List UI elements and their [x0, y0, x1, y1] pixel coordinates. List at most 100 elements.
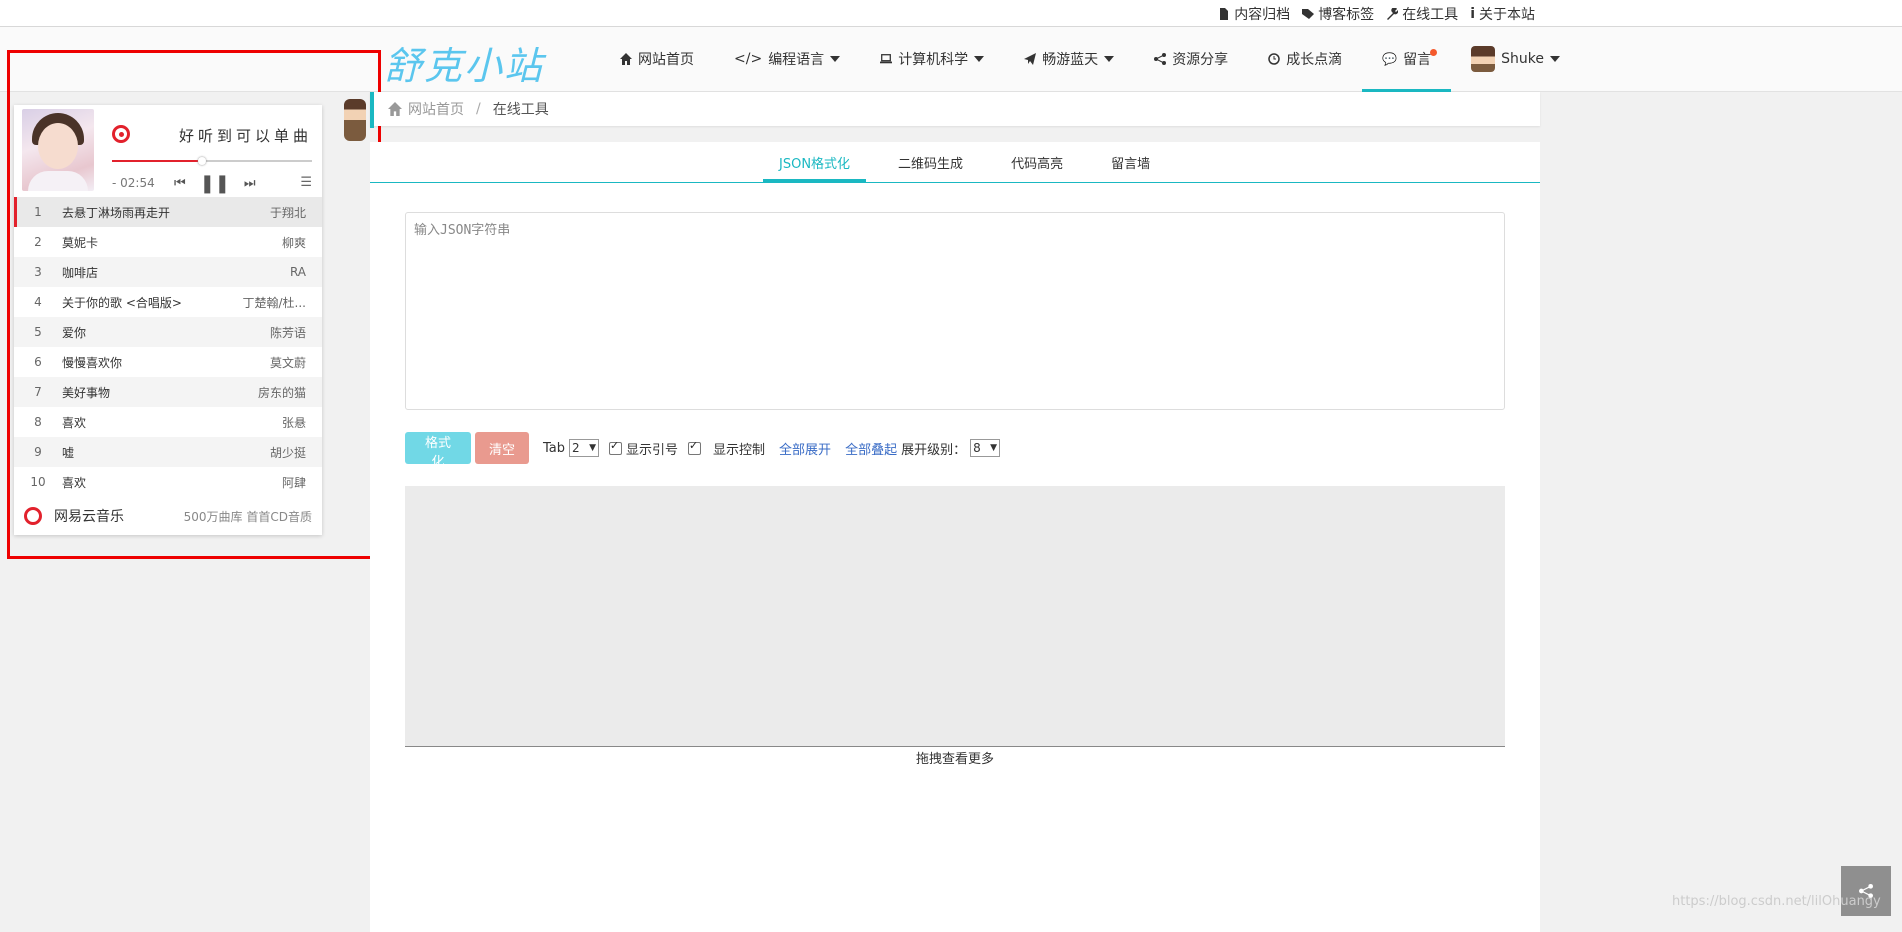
nav-item-programming[interactable]: </> 编程语言 — [714, 27, 860, 91]
playlist-title: 好听到可以单曲 — [178, 127, 312, 145]
track-number: 5 — [34, 325, 42, 339]
track-number: 8 — [34, 415, 42, 429]
track-row[interactable]: 10 喜欢 阿肆 — [14, 467, 322, 497]
track-title: 莫妮卡 — [62, 235, 99, 250]
breadcrumb-current: 在线工具 — [492, 102, 549, 118]
progress-fill — [112, 160, 202, 162]
track-title: 爱你 — [62, 325, 87, 340]
show-controls-label: 显示控制 — [713, 442, 766, 458]
site-logo[interactable]: 舒克小站 — [384, 35, 544, 90]
code-icon: </> — [734, 51, 763, 67]
track-artist: 胡少挺 — [269, 445, 306, 460]
json-result-area[interactable] — [405, 486, 1505, 747]
track-title: 去悬丁淋场雨再走开 — [62, 205, 171, 220]
previous-icon[interactable]: ⏮ — [174, 176, 186, 191]
track-row[interactable]: 4 关于你的歌 <合唱版> 丁楚翰/杜... — [14, 287, 322, 317]
playlist-icon[interactable]: ☰ — [300, 175, 312, 190]
nav-item-messages[interactable]: 💬 留言 — [1362, 27, 1452, 93]
expand-level-select[interactable]: 8 ▼ — [970, 439, 1001, 457]
track-row[interactable]: 2 莫妮卡 柳爽 — [14, 227, 322, 257]
json-toolbar: 格式化 清空 Tab 2▼ 显示引号 显示控制 全部展开 全部叠起 展开级别： … — [405, 432, 1006, 469]
nav-item-label: 资源分享 — [1172, 52, 1229, 68]
next-icon[interactable]: ⏭ — [244, 176, 256, 191]
format-button[interactable]: 格式化 — [405, 432, 471, 469]
share-icon — [1154, 53, 1167, 65]
track-row[interactable]: 9 嘘 胡少挺 — [14, 437, 322, 467]
track-number: 4 — [34, 295, 42, 309]
top-link-tags[interactable]: 博客标签 — [1302, 4, 1374, 24]
track-number: 2 — [34, 235, 42, 249]
comment-icon: 💬 — [1382, 52, 1398, 66]
tab-code-highlight[interactable]: 代码高亮 — [995, 142, 1079, 182]
track-number: 10 — [30, 475, 46, 489]
main-nav: 舒克小站 网站首页 </> 编程语言 计算机科学 畅游蓝天 资源分享 成长点滴 — [0, 27, 1902, 93]
nav-item-cs[interactable]: 计算机科学 — [860, 27, 1004, 91]
track-artist: 莫文蔚 — [269, 355, 306, 370]
track-number: 3 — [34, 265, 42, 279]
wrench-icon — [1387, 8, 1399, 20]
nav-menu: 网站首页 </> 编程语言 计算机科学 畅游蓝天 资源分享 成长点滴 💬 留言 — [600, 27, 1580, 93]
nav-item-label: Shuke — [1501, 51, 1544, 67]
json-input[interactable] — [405, 212, 1505, 410]
progress-bar[interactable] — [112, 157, 312, 165]
nav-item-label: 计算机科学 — [898, 52, 969, 68]
footer-brand[interactable]: 网易云音乐 — [54, 506, 124, 526]
top-link-about[interactable]: i 关于本站 — [1470, 4, 1535, 24]
breadcrumb-home[interactable]: 网站首页 — [388, 99, 464, 119]
paper-plane-icon — [1024, 53, 1037, 65]
nav-item-home[interactable]: 网站首页 — [600, 27, 714, 91]
nav-item-label: 畅游蓝天 — [1042, 52, 1099, 68]
track-artist: 丁楚翰/杜... — [242, 295, 307, 310]
show-controls-checkbox[interactable] — [688, 439, 702, 455]
chevron-down-icon — [830, 56, 841, 62]
track-row[interactable]: 3 咖啡店 RA — [14, 257, 322, 287]
nav-item-resources[interactable]: 资源分享 — [1134, 27, 1248, 91]
mascot-image — [344, 99, 366, 141]
top-link-tools[interactable]: 在线工具 — [1386, 4, 1458, 24]
track-row[interactable]: 5 爱你 陈芳语 — [14, 317, 322, 347]
file-icon — [1220, 8, 1229, 20]
breadcrumb-accent — [370, 92, 374, 128]
tab-json-format[interactable]: JSON格式化 — [763, 142, 867, 182]
avatar — [1471, 46, 1496, 72]
track-artist: 于翔北 — [269, 205, 306, 220]
progress-knob[interactable] — [198, 157, 206, 165]
nav-item-label: 编程语言 — [768, 52, 825, 68]
track-row[interactable]: 7 美好事物 房东的猫 — [14, 377, 322, 407]
time-remaining: - 02:54 — [112, 176, 155, 190]
chevron-down-icon — [974, 56, 985, 62]
nav-item-growth[interactable]: 成长点滴 — [1248, 27, 1362, 91]
track-row[interactable]: 8 喜欢 张悬 — [14, 407, 322, 437]
tab-size-select[interactable]: 2 ▼ — [569, 439, 600, 457]
track-row[interactable]: 1 去悬丁淋场雨再走开 于翔北 — [14, 197, 322, 227]
album-cover[interactable] — [22, 109, 94, 191]
clear-button[interactable]: 清空 — [475, 432, 529, 464]
info-icon: i — [1470, 6, 1475, 22]
top-link-archive[interactable]: 内容归档 — [1218, 4, 1290, 24]
track-list: 1 去悬丁淋场雨再走开 于翔北 2 莫妮卡 柳爽 3 咖啡店 RA 4 关于你的歌 <合唱版> 丁楚翰… — [14, 197, 322, 497]
tab-qrcode[interactable]: 二维码生成 — [882, 142, 979, 182]
player-controls: ⏮ ❚❚ ⏭ — [174, 173, 256, 194]
nav-item-user[interactable]: Shuke — [1451, 27, 1580, 91]
expand-level-label: 展开级别： — [901, 442, 967, 458]
nav-item-sky[interactable]: 畅游蓝天 — [1004, 27, 1134, 91]
tab-message-wall[interactable]: 留言墙 — [1095, 142, 1166, 182]
breadcrumb-home-label: 网站首页 — [408, 102, 464, 118]
track-artist: 张悬 — [281, 415, 306, 430]
home-icon — [388, 102, 402, 116]
track-title: 喜欢 — [62, 415, 87, 430]
breadcrumb: 网站首页 / 在线工具 — [370, 92, 1540, 126]
nav-item-label: 留言 — [1403, 52, 1432, 68]
track-row[interactable]: 6 慢慢喜欢你 莫文蔚 — [14, 347, 322, 377]
nav-item-label: 网站首页 — [638, 52, 694, 68]
show-quotes-checkbox[interactable] — [609, 439, 623, 455]
nav-item-label: 成长点滴 — [1286, 52, 1343, 68]
notification-dot — [1430, 49, 1438, 56]
track-artist: 阿肆 — [281, 475, 306, 490]
collapse-all-link[interactable]: 全部叠起 — [845, 439, 897, 458]
pause-icon[interactable]: ❚❚ — [200, 173, 230, 194]
clock-icon — [1268, 53, 1280, 65]
expand-all-link[interactable]: 全部展开 — [779, 439, 831, 458]
home-icon — [620, 53, 632, 65]
track-title: 喜欢 — [62, 475, 87, 490]
